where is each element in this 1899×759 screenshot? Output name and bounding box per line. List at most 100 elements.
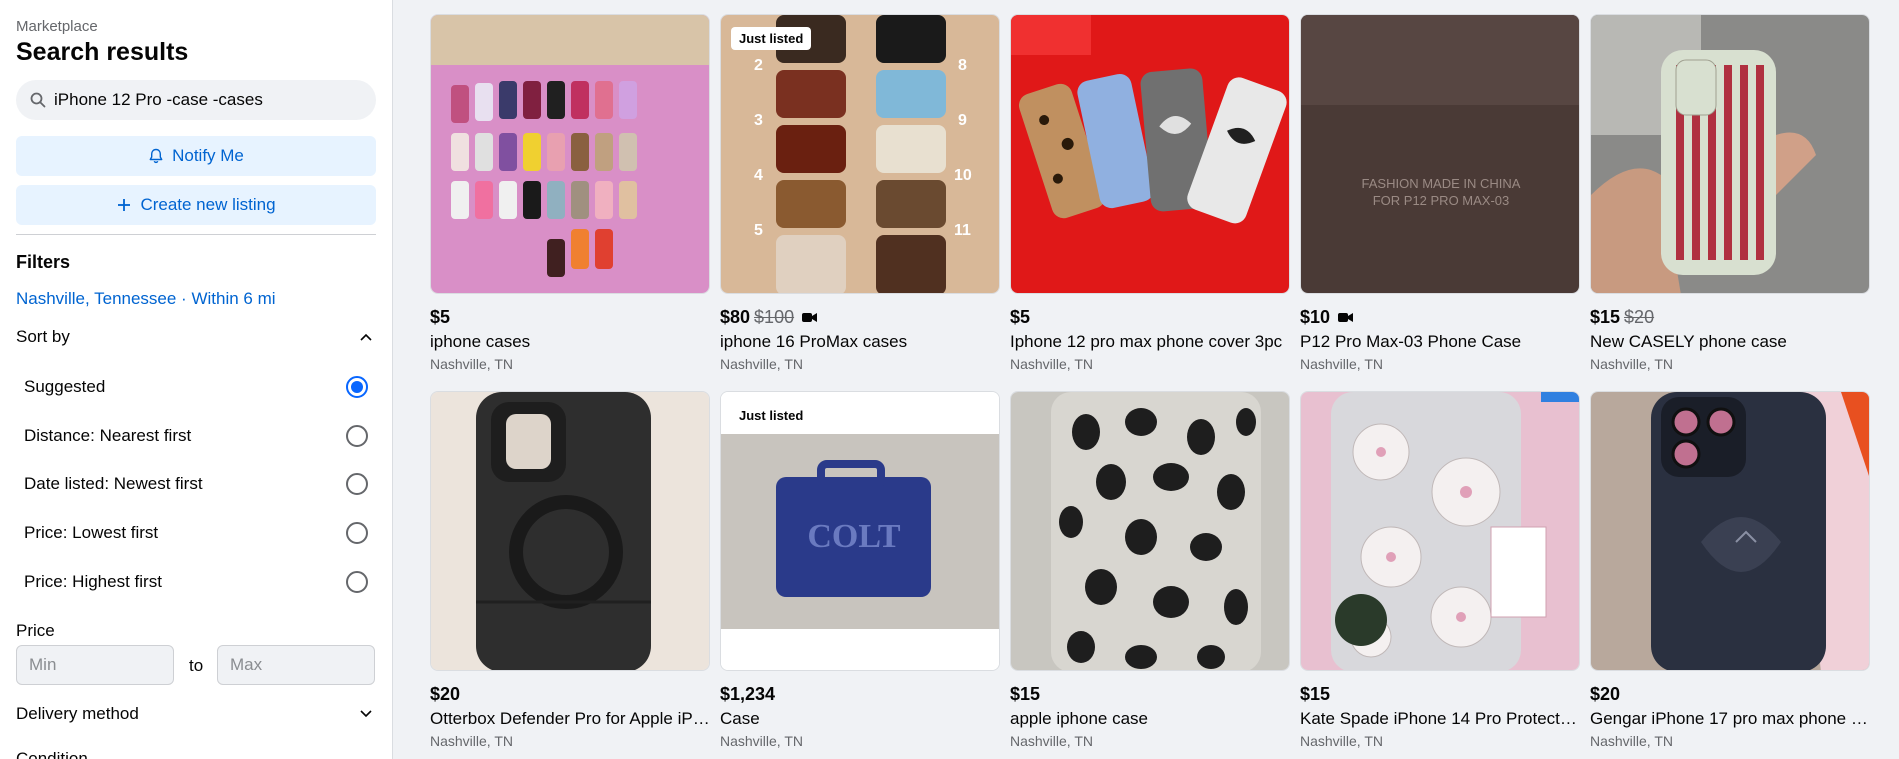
just-listed-badge: Just listed <box>731 404 812 427</box>
svg-text:4: 4 <box>754 167 763 184</box>
listing-title[interactable]: P12 Pro Max-03 Phone Case <box>1300 332 1580 352</box>
sort-option-label: Price: Lowest first <box>24 523 159 542</box>
listing-price-row: $20 <box>1590 683 1870 705</box>
listing-price: $1,234 <box>720 683 776 704</box>
delivery-method-label: Delivery method <box>16 704 139 723</box>
listing-photo[interactable] <box>1010 391 1290 671</box>
listing-photo[interactable] <box>1590 14 1870 294</box>
sort-option-suggested[interactable]: Suggested <box>16 363 376 411</box>
svg-text:10: 10 <box>954 167 972 184</box>
listing-title[interactable]: Kate Spade iPhone 14 Pro Protective... <box>1300 709 1580 729</box>
listing-photo[interactable] <box>1010 14 1290 294</box>
price-min-input[interactable] <box>16 645 174 685</box>
radio-button[interactable] <box>346 425 368 447</box>
radio-button[interactable] <box>346 522 368 544</box>
create-listing-button[interactable]: Create new listing <box>16 185 376 225</box>
listing-card[interactable]: 2 3 4 5 8 9 10 11 Just listed $80 $100 i… <box>720 14 1000 372</box>
radio-button[interactable] <box>346 473 368 495</box>
listing-price-row: $20 <box>430 683 710 705</box>
listing-price: $15 <box>1010 683 1041 704</box>
condition-header[interactable]: Condition <box>16 749 88 759</box>
listing-title[interactable]: Case <box>720 709 1000 729</box>
listing-title[interactable]: Iphone 12 pro max phone cover 3pc <box>1010 332 1290 352</box>
listing-price-row: $1,234 <box>720 683 1000 705</box>
search-input[interactable] <box>54 90 354 110</box>
listing-card[interactable]: $5 Iphone 12 pro max phone cover 3pc Nas… <box>1010 14 1290 372</box>
svg-text:11: 11 <box>954 222 971 239</box>
listing-card[interactable]: FASHION MADE IN CHINA FOR P12 PRO MAX-03… <box>1300 14 1580 372</box>
listing-price: $5 <box>430 306 451 327</box>
svg-text:5: 5 <box>754 222 763 239</box>
listing-price: $20 <box>430 683 461 704</box>
photo-text: COLT <box>807 518 901 555</box>
listing-old-price: $100 <box>754 306 795 327</box>
notify-me-button[interactable]: Notify Me <box>16 136 376 176</box>
listing-location: Nashville, TN <box>720 356 803 372</box>
chevron-down-icon <box>356 704 376 724</box>
sort-by-header[interactable]: Sort by <box>16 327 376 347</box>
search-box[interactable] <box>16 80 376 120</box>
listing-card[interactable]: COLT Just listed $1,234 Case Nashville, … <box>720 391 1000 749</box>
listing-price: $20 <box>1590 683 1621 704</box>
listing-card[interactable]: $20 Otterbox Defender Pro for Apple iPh.… <box>430 391 710 749</box>
listing-card[interactable]: $15 apple iphone case Nashville, TN <box>1010 391 1290 749</box>
sort-option-price-high[interactable]: Price: Highest first <box>16 558 376 606</box>
listing-card[interactable]: $15 Kate Spade iPhone 14 Pro Protective.… <box>1300 391 1580 749</box>
sort-option-price-low[interactable]: Price: Lowest first <box>16 509 376 557</box>
location-filter-link[interactable]: Nashville, Tennessee · Within 6 mi <box>16 289 276 309</box>
listing-price: $80 <box>720 306 751 327</box>
delivery-method-header[interactable]: Delivery method <box>16 704 376 724</box>
price-max-input[interactable] <box>217 645 375 685</box>
listing-title[interactable]: Otterbox Defender Pro for Apple iPh... <box>430 709 710 729</box>
svg-text:3: 3 <box>754 112 763 129</box>
listing-price-row: $15 <box>1300 683 1580 705</box>
price-to-label: to <box>189 656 204 675</box>
listing-price: $15 <box>1300 683 1331 704</box>
search-icon <box>30 92 46 108</box>
listing-card[interactable]: $5 iphone cases Nashville, TN <box>430 14 710 372</box>
listing-title[interactable]: New CASELY phone case <box>1590 332 1870 352</box>
listing-photo[interactable] <box>430 14 710 294</box>
filters-heading: Filters <box>16 252 71 272</box>
listing-photo[interactable] <box>1590 391 1870 671</box>
listing-location: Nashville, TN <box>430 733 513 749</box>
photo-text: FOR P12 PRO MAX-03 <box>1373 193 1510 208</box>
just-listed-badge: Just listed <box>731 27 812 50</box>
chevron-up-icon <box>356 327 376 347</box>
sort-option-label: Distance: Nearest first <box>24 426 192 445</box>
listing-location: Nashville, TN <box>1010 733 1093 749</box>
listing-card[interactable]: $20 Gengar iPhone 17 pro max phone ca...… <box>1590 391 1870 749</box>
radio-selected[interactable] <box>346 376 368 398</box>
sort-option-label: Date listed: Newest first <box>24 474 203 493</box>
listing-location: Nashville, TN <box>1300 356 1383 372</box>
listing-location: Nashville, TN <box>720 733 803 749</box>
listing-price: $10 <box>1300 306 1331 327</box>
listing-title[interactable]: iphone cases <box>430 332 710 352</box>
sort-by-label: Sort by <box>16 327 70 346</box>
breadcrumb-marketplace[interactable]: Marketplace <box>16 18 98 35</box>
listing-price: $5 <box>1010 306 1031 327</box>
listing-photo[interactable] <box>430 391 710 671</box>
video-camera-icon <box>802 312 818 322</box>
listing-location: Nashville, TN <box>1590 733 1673 749</box>
sort-option-label: Price: Highest first <box>24 572 162 591</box>
sort-option-date[interactable]: Date listed: Newest first <box>16 460 376 508</box>
listing-old-price: $20 <box>1624 306 1655 327</box>
radio-button[interactable] <box>346 571 368 593</box>
listing-title[interactable]: iphone 16 ProMax cases <box>720 332 1000 352</box>
sort-option-distance[interactable]: Distance: Nearest first <box>16 412 376 460</box>
create-listing-label: Create new listing <box>140 195 276 214</box>
listing-photo[interactable]: COLT Just listed <box>720 391 1000 671</box>
price-label: Price <box>16 621 55 640</box>
bell-icon <box>149 148 163 164</box>
listing-card[interactable]: $15 $20 New CASELY phone case Nashville,… <box>1590 14 1870 372</box>
listing-title[interactable]: apple iphone case <box>1010 709 1290 729</box>
divider <box>16 234 376 235</box>
listing-photo[interactable]: FASHION MADE IN CHINA FOR P12 PRO MAX-03 <box>1300 14 1580 294</box>
listing-photo[interactable]: 2 3 4 5 8 9 10 11 Just listed <box>720 14 1000 294</box>
listing-location: Nashville, TN <box>1300 733 1383 749</box>
listing-photo[interactable] <box>1300 391 1580 671</box>
listing-price: $15 <box>1590 306 1621 327</box>
listing-title[interactable]: Gengar iPhone 17 pro max phone ca... <box>1590 709 1870 729</box>
svg-text:2: 2 <box>754 57 763 74</box>
